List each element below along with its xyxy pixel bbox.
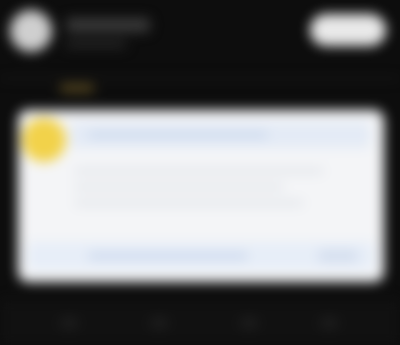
nav-icon[interactable] [60,318,78,328]
active-tab-indicator[interactable] [60,84,94,92]
content-card[interactable] [18,110,384,282]
nav-icon[interactable] [240,318,258,328]
header-divider [0,78,400,79]
card-footer-button[interactable] [318,250,358,262]
card-body-line [74,168,324,174]
card-header-text-placeholder [88,132,268,138]
header-subtitle-placeholder [66,40,126,48]
app-screen [0,0,400,345]
card-footer-text-placeholder [88,253,248,259]
nav-icon[interactable] [150,318,168,328]
header-title-placeholder [66,18,150,32]
card-body-line [74,200,304,206]
card-body-line [74,184,284,190]
avatar-icon[interactable] [10,10,52,52]
badge-icon [22,118,66,162]
header-action-button[interactable] [310,14,386,46]
nav-icon[interactable] [320,318,338,328]
